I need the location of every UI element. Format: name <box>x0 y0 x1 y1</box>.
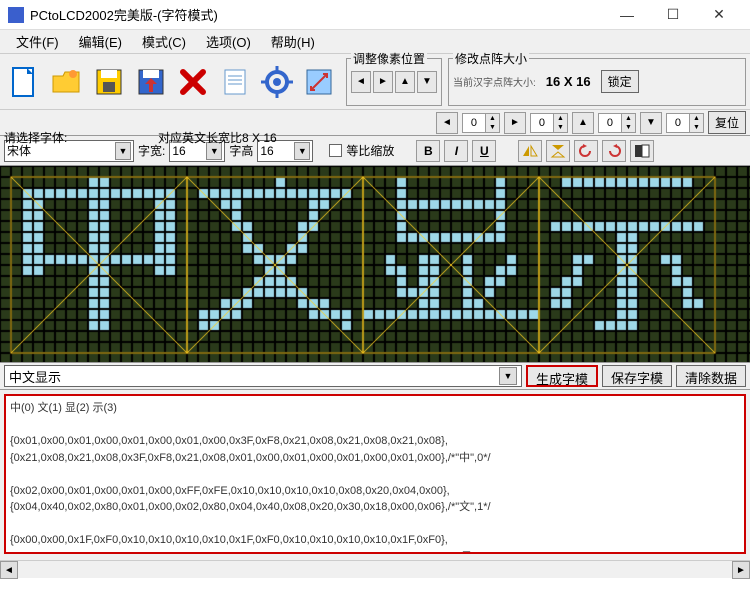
dropdown-icon[interactable]: ▼ <box>115 142 131 160</box>
clear-button[interactable]: 清除数据 <box>676 365 746 387</box>
menu-file[interactable]: 文件(F) <box>6 32 69 51</box>
bold-button[interactable]: B <box>416 140 440 162</box>
open-file-icon[interactable] <box>47 60 87 104</box>
matrix-spinners-row: ◄ ▲▼ ► ▲▼ ▲ ▲▼ ▼ ▲▼ 复位 <box>0 110 750 136</box>
pixel-adjust-label: 调整像素位置 <box>351 50 427 67</box>
spin4[interactable]: ▲▼ <box>666 113 704 133</box>
minimize-button[interactable]: — <box>604 0 650 30</box>
pixel-down-icon[interactable]: ▼ <box>417 71 437 93</box>
close-button[interactable]: ✕ <box>696 0 742 30</box>
scale-checkbox[interactable] <box>329 144 342 157</box>
matrix-size-value: 16 X 16 <box>546 74 591 89</box>
menu-options[interactable]: 选项(O) <box>196 32 261 51</box>
pixel-canvas[interactable] <box>0 166 750 362</box>
lock-button[interactable]: 锁定 <box>601 70 639 93</box>
list-icon[interactable] <box>215 60 255 104</box>
output-text[interactable]: 中(0) 文(1) 显(2) 示(3) {0x01,0x00,0x01,0x00… <box>4 394 746 554</box>
scroll-left-icon[interactable]: ◄ <box>0 561 18 579</box>
delete-icon[interactable] <box>173 60 213 104</box>
spin1[interactable]: ▲▼ <box>462 113 500 133</box>
generate-button[interactable]: 生成字模 <box>526 365 598 387</box>
ratio-label: 对应英文长宽比8 X 16 <box>158 129 277 146</box>
flip-v-icon[interactable] <box>546 140 570 162</box>
font-config-row: 请选择字体: ▼ 对应英文长宽比8 X 16 字宽: ▼ 字高 ▼ 等比缩放 B… <box>0 136 750 166</box>
new-file-icon[interactable] <box>5 60 45 104</box>
reset-button[interactable]: 复位 <box>708 111 746 134</box>
spin2[interactable]: ▲▼ <box>530 113 568 133</box>
pixel-adjust-group: 调整像素位置 ◄ ► ▲ ▼ <box>346 58 442 106</box>
matrix-sublabel: 当前汉字点阵大小: <box>453 74 536 89</box>
spin-up-icon[interactable]: ▲ <box>572 112 594 134</box>
menu-mode[interactable]: 模式(C) <box>132 32 196 51</box>
save-font-button[interactable]: 保存字模 <box>602 365 672 387</box>
menu-edit[interactable]: 编辑(E) <box>69 32 132 51</box>
input-row: ▼ 生成字模 保存字模 清除数据 <box>0 362 750 390</box>
app-icon <box>8 7 24 23</box>
italic-button[interactable]: I <box>444 140 468 162</box>
pixel-up-icon[interactable]: ▲ <box>395 71 415 93</box>
toolbar: 调整像素位置 ◄ ► ▲ ▼ 修改点阵大小 当前汉字点阵大小: 16 X 16 … <box>0 54 750 110</box>
window-title: PCtoLCD2002完美版-(字符模式) <box>30 5 604 24</box>
gear-icon[interactable] <box>257 60 297 104</box>
pixel-right-icon[interactable]: ► <box>373 71 393 93</box>
matrix-size-label: 修改点阵大小 <box>453 50 529 67</box>
dropdown-icon[interactable]: ▼ <box>294 142 310 160</box>
output-area: 中(0) 文(1) 显(2) 示(3) {0x01,0x00,0x01,0x00… <box>0 390 750 560</box>
spin-down-icon[interactable]: ▼ <box>640 112 662 134</box>
menu-help[interactable]: 帮助(H) <box>261 32 325 51</box>
select-font-label: 请选择字体: <box>4 129 67 146</box>
spin3[interactable]: ▲▼ <box>598 113 636 133</box>
save-icon[interactable] <box>89 60 129 104</box>
spin-left-icon[interactable]: ◄ <box>436 112 458 134</box>
maximize-button[interactable]: ☐ <box>650 0 696 30</box>
scroll-right-icon[interactable]: ► <box>732 561 750 579</box>
horizontal-scrollbar[interactable]: ◄ ► <box>0 560 750 578</box>
text-input-combo[interactable]: ▼ <box>4 365 522 387</box>
resize-icon[interactable] <box>299 60 339 104</box>
titlebar: PCtoLCD2002完美版-(字符模式) — ☐ ✕ <box>0 0 750 30</box>
dropdown-icon[interactable]: ▼ <box>499 367 517 385</box>
invert-icon[interactable] <box>630 140 654 162</box>
flip-h-icon[interactable] <box>518 140 542 162</box>
text-input[interactable] <box>9 369 499 384</box>
underline-button[interactable]: U <box>472 140 496 162</box>
save2-icon[interactable] <box>131 60 171 104</box>
rotate-right-icon[interactable] <box>602 140 626 162</box>
scale-label: 等比缩放 <box>346 142 394 159</box>
pixel-left-icon[interactable]: ◄ <box>351 71 371 93</box>
rotate-left-icon[interactable] <box>574 140 598 162</box>
matrix-size-group: 修改点阵大小 当前汉字点阵大小: 16 X 16 锁定 <box>448 58 746 106</box>
spin-right-icon[interactable]: ► <box>504 112 526 134</box>
